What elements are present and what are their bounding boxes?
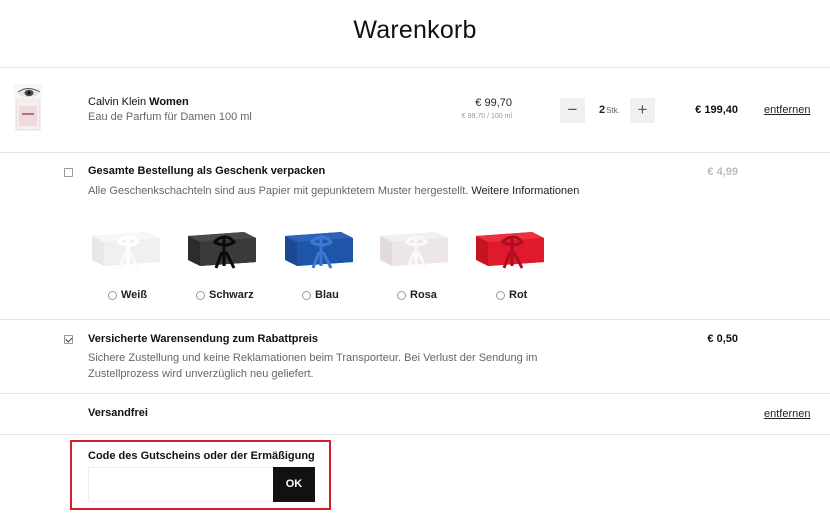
gift-box-pink-image[interactable] <box>378 222 450 270</box>
quantity-number: 2 <box>599 104 606 116</box>
option-label: Blau <box>315 289 339 301</box>
radio-black[interactable] <box>196 290 205 300</box>
product-image[interactable] <box>10 80 46 136</box>
page-title: Warenkorb <box>353 16 477 44</box>
coupon-code-input[interactable] <box>88 467 274 502</box>
gift-wrap-price: € 4,99 <box>707 166 738 178</box>
insurance-text-line: Zustellprozess wird unverzüglich neu gel… <box>88 368 314 380</box>
quantity-unit: Stk. <box>606 106 620 115</box>
option-label: Weiß <box>121 289 148 301</box>
insurance-checkbox[interactable] <box>64 335 73 344</box>
gift-color-option-white[interactable]: Weiß <box>108 289 147 301</box>
remove-product-link[interactable]: entfernen <box>764 104 810 116</box>
unit-price: € 99,70 <box>475 97 512 109</box>
insurance-description: Sichere Zustellung und keine Reklamation… <box>88 350 537 382</box>
option-label: Rosa <box>410 289 437 301</box>
divider <box>0 434 830 435</box>
quantity-decrease-button[interactable]: − <box>560 98 585 123</box>
gift-box-white-image[interactable] <box>90 222 162 270</box>
gift-wrap-description: Alle Geschenkschachteln sind aus Papier … <box>88 183 579 199</box>
more-info-link[interactable]: Weitere Informationen <box>471 185 579 197</box>
product-name[interactable]: Calvin Klein Women <box>88 96 189 108</box>
gift-wrap-checkbox[interactable] <box>64 168 73 177</box>
shipping-label: Versandfrei <box>88 407 148 419</box>
coupon-ok-button[interactable]: OK <box>273 467 315 502</box>
insurance-title: Versicherte Warensendung zum Rabattpreis <box>88 333 319 345</box>
remove-shipping-link[interactable]: entfernen <box>764 408 810 420</box>
gift-box-blue-image[interactable] <box>283 222 355 270</box>
divider <box>0 67 830 68</box>
insurance-price: € 0,50 <box>707 333 738 345</box>
unit-price-per-ml: € 99,70 / 100 ml <box>461 113 512 120</box>
gift-box-red-image[interactable] <box>474 222 546 270</box>
divider <box>0 393 830 394</box>
quantity-increase-button[interactable]: + <box>630 98 655 123</box>
radio-pink[interactable] <box>397 290 406 300</box>
divider <box>0 319 830 320</box>
line-total: € 199,40 <box>695 104 738 116</box>
coupon-label: Code des Gutscheins oder der Ermäßigung <box>88 450 315 462</box>
gift-color-option-red[interactable]: Rot <box>496 289 527 301</box>
insurance-text-line: Sichere Zustellung und keine Reklamation… <box>88 352 538 364</box>
gift-box-black-image[interactable] <box>186 222 258 270</box>
product-subtitle: Eau de Parfum für Damen 100 ml <box>88 111 252 123</box>
radio-blue[interactable] <box>302 290 311 300</box>
gift-wrap-text: Alle Geschenkschachteln sind aus Papier … <box>88 185 469 197</box>
quantity-value: 2Stk. <box>599 104 620 116</box>
divider <box>0 152 830 153</box>
option-label: Rot <box>509 289 528 301</box>
product-brand: Calvin Klein <box>88 96 147 108</box>
option-label: Schwarz <box>209 289 254 301</box>
gift-color-option-blue[interactable]: Blau <box>302 289 339 301</box>
product-title: Women <box>149 96 189 108</box>
radio-white[interactable] <box>108 290 117 300</box>
gift-color-option-pink[interactable]: Rosa <box>397 289 437 301</box>
gift-wrap-title: Gesamte Bestellung als Geschenk verpacke… <box>88 165 326 177</box>
gift-color-option-black[interactable]: Schwarz <box>196 289 254 301</box>
radio-red[interactable] <box>496 290 505 300</box>
